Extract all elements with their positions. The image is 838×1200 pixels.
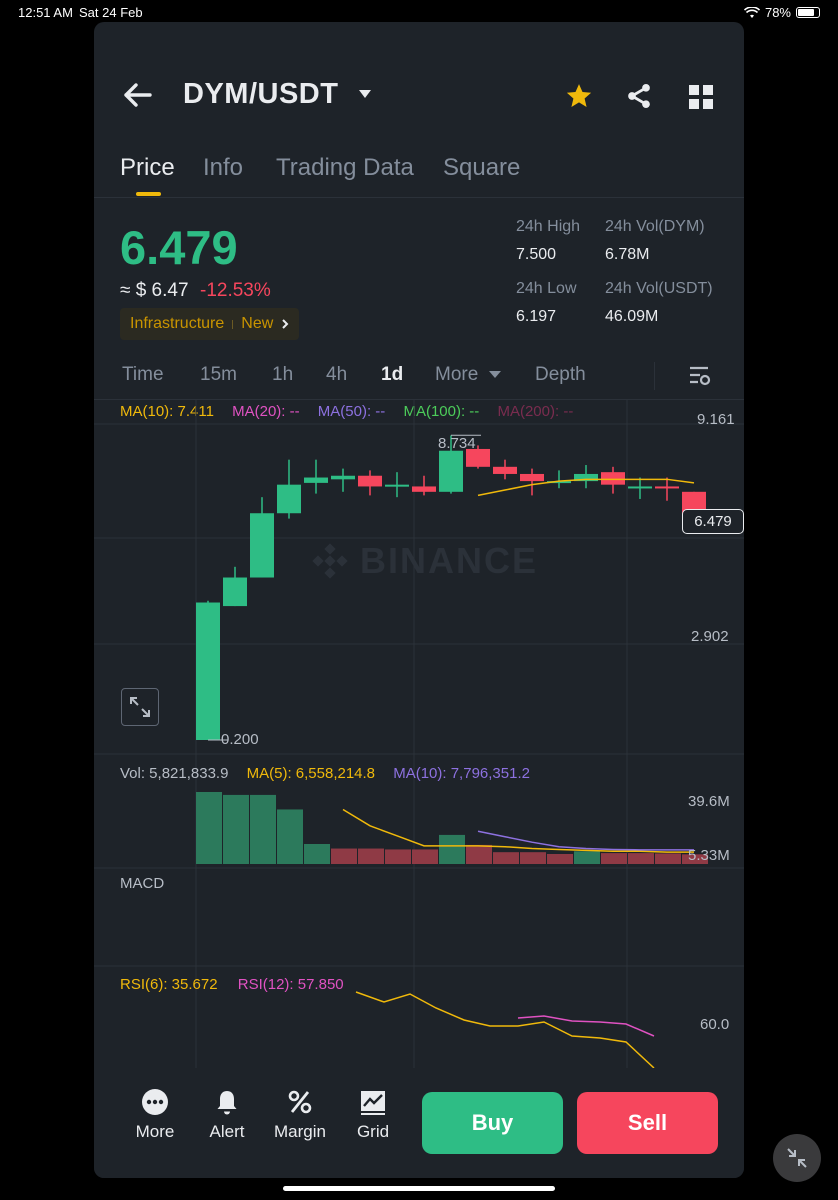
rsi-legend: RSI(6): 35.672 RSI(12): 57.850: [120, 976, 360, 993]
volume-bar: [628, 853, 654, 864]
more-button[interactable]: More: [122, 1088, 188, 1142]
rsi6-line: [355, 991, 655, 1068]
volume-axis-bottom: 5.33M: [688, 847, 730, 864]
volume-bar: [601, 853, 627, 864]
battery-percent: 78%: [764, 5, 791, 20]
rsi-axis-label: 60.0: [700, 1016, 730, 1033]
volume-bar: [304, 844, 330, 864]
min-price-marker: 0.200: [221, 731, 259, 748]
collapse-floating-button[interactable]: [773, 1134, 821, 1182]
volume-bar: [439, 834, 465, 864]
volume-bar: [331, 848, 357, 864]
volume-bar: [466, 844, 492, 864]
status-time: 12:51 AM: [18, 5, 73, 20]
more-label: More: [135, 1122, 175, 1141]
volume-bar: [223, 794, 249, 864]
margin-button[interactable]: Margin: [267, 1088, 333, 1142]
candle-body: [196, 602, 220, 740]
volume-ma10-label: MA(10): 7,796,351.2: [393, 765, 530, 782]
candle-body: [358, 475, 382, 487]
volume-legend: Vol: 5,821,833.9 MA(5): 6,558,214.8 MA(1…: [120, 765, 544, 782]
status-date: Sat 24 Feb: [79, 5, 143, 20]
rsi12-line: [517, 1015, 655, 1037]
candle-body: [250, 513, 274, 578]
sell-button[interactable]: Sell: [577, 1092, 718, 1154]
buy-button[interactable]: Buy: [422, 1092, 563, 1154]
grid-button[interactable]: Grid: [340, 1088, 406, 1142]
bell-icon: [217, 1091, 237, 1115]
volume-bar: [412, 849, 438, 864]
expand-icon: [130, 697, 150, 717]
volume-axis-top: 39.6M: [688, 793, 730, 810]
battery-icon: [796, 7, 820, 18]
more-dots-icon: [142, 1089, 168, 1115]
alert-label: Alert: [209, 1122, 245, 1141]
candle-body: [223, 577, 247, 607]
candle-body: [628, 486, 652, 489]
price-axis-top: 9.161: [697, 411, 735, 428]
margin-label: Margin: [274, 1122, 326, 1141]
wifi-icon: [743, 6, 760, 18]
volume-ma5-line: [342, 808, 694, 853]
candle-body: [520, 473, 544, 482]
volume-bar: [520, 852, 546, 864]
rsi12-label: RSI(12): 57.850: [237, 976, 344, 993]
volume-bar: [196, 792, 222, 864]
macd-label: MACD: [120, 875, 165, 892]
alert-button[interactable]: Alert: [194, 1088, 260, 1142]
candle-body: [412, 486, 436, 492]
volume-ma5-label: MA(5): 6,558,214.8: [246, 765, 376, 782]
volume-label: Vol: 5,821,833.9: [120, 765, 229, 782]
candle-body: [277, 484, 301, 514]
candle-body: [493, 466, 517, 474]
home-indicator[interactable]: [283, 1186, 555, 1191]
candle-body: [385, 484, 409, 487]
status-right: 78%: [743, 5, 820, 20]
candle-body: [655, 486, 679, 489]
volume-bar: [574, 851, 600, 864]
bottom-action-bar: More Alert Margin Grid Buy Sell: [94, 1068, 744, 1178]
app-panel: DYM/USDT Price Info Trading Data Square …: [94, 22, 744, 1178]
candlestick-chart[interactable]: [94, 22, 744, 1068]
volume-bar: [358, 848, 384, 864]
grid-label: Grid: [356, 1122, 390, 1141]
fullscreen-button[interactable]: [121, 688, 159, 726]
volume-bar: [493, 852, 519, 864]
candle-body: [439, 450, 463, 492]
candle-body: [601, 472, 625, 485]
volume-bar: [277, 809, 303, 864]
current-price-tag: 6.479: [682, 509, 744, 534]
volume-bar: [655, 853, 681, 864]
percent-icon: [288, 1090, 312, 1114]
rsi6-label: RSI(6): 35.672: [120, 976, 218, 993]
volume-bar: [250, 794, 276, 864]
candle-body: [304, 477, 328, 483]
collapse-arrows-icon: [787, 1148, 807, 1168]
max-price-marker: 8.734: [438, 435, 476, 452]
volume-bar: [547, 854, 573, 864]
candle-body: [331, 475, 355, 480]
grid-bot-icon: [361, 1091, 385, 1115]
price-axis-mid: 2.902: [691, 628, 729, 645]
volume-bar: [385, 849, 411, 864]
